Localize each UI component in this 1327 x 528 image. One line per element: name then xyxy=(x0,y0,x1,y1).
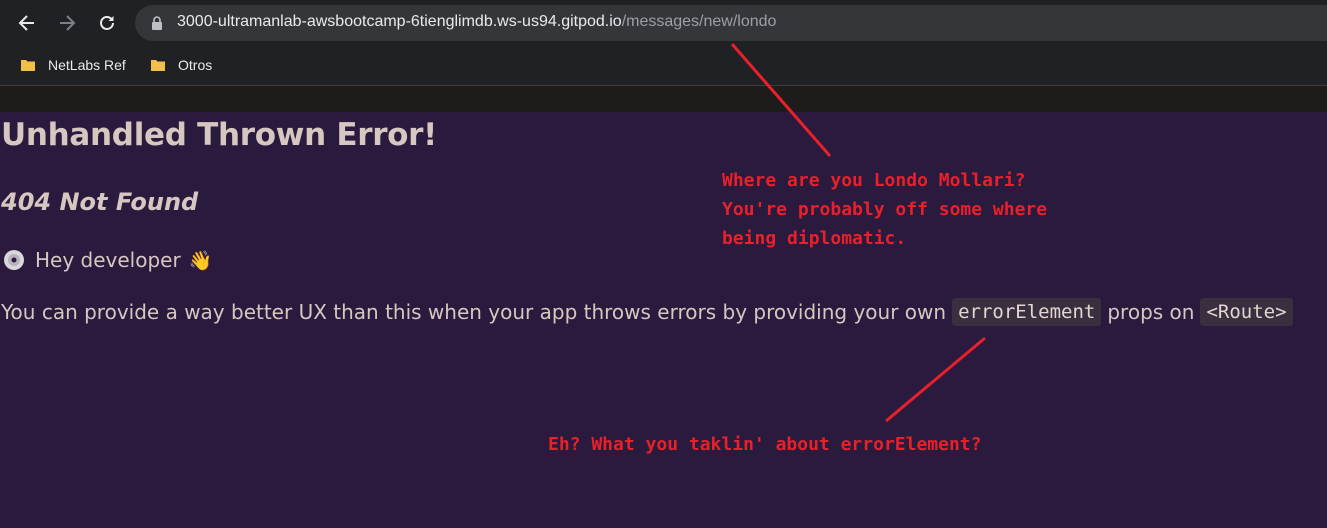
folder-icon xyxy=(21,60,35,71)
bookmark-label: Otros xyxy=(178,57,213,73)
error-status: 404 Not Found xyxy=(1,188,199,216)
greeting-text: Hey developer xyxy=(35,248,181,272)
note-line: You're probably off some where xyxy=(722,199,1048,220)
lock-icon[interactable] xyxy=(149,15,165,31)
error-description: You can provide a way better UX than thi… xyxy=(1,298,1299,326)
folder-icon xyxy=(151,60,165,71)
code-error-element: errorElement xyxy=(952,298,1102,326)
forward-button[interactable] xyxy=(51,7,83,39)
description-text: You can provide a way better UX than thi… xyxy=(1,300,947,324)
page-header-band xyxy=(0,86,1327,112)
error-title: Unhandled Thrown Error! xyxy=(1,117,438,153)
description-middle-text: props on xyxy=(1107,300,1195,324)
back-button[interactable] xyxy=(11,7,43,39)
address-bar[interactable]: 3000-ultramanlab-awsbootcamp-6tienglimdb… xyxy=(135,5,1327,41)
reload-button[interactable] xyxy=(91,7,123,39)
bookmark-otros[interactable]: Otros xyxy=(150,52,212,78)
bookmark-netlabs-ref[interactable]: NetLabs Ref xyxy=(20,52,126,78)
bookmarks-bar: NetLabs Ref Otros xyxy=(0,46,1327,86)
url-path: /messages/new/londo xyxy=(621,13,777,30)
note-line: Where are you Londo Mollari? xyxy=(722,170,1026,191)
developer-greeting: Hey developer 👋 xyxy=(3,248,212,272)
annotation-note-top: Where are you Londo Mollari? You're prob… xyxy=(722,166,1047,253)
waving-hand-icon: 👋 xyxy=(188,249,213,272)
reload-icon xyxy=(100,16,114,30)
url-host: 3000-ultramanlab-awsbootcamp-6tienglimdb… xyxy=(177,13,622,30)
url-text[interactable]: 3000-ultramanlab-awsbootcamp-6tienglimdb… xyxy=(177,13,776,31)
bookmark-label: NetLabs Ref xyxy=(48,57,126,73)
arrow-left-icon xyxy=(18,15,34,31)
code-route: <Route> xyxy=(1200,298,1293,326)
error-page: Unhandled Thrown Error! 404 Not Found He… xyxy=(0,112,1327,528)
arrow-right-icon xyxy=(60,15,76,31)
disc-icon xyxy=(4,250,24,270)
annotation-note-bottom: Eh? What you taklin' about errorElement? xyxy=(548,434,982,455)
browser-toolbar: 3000-ultramanlab-awsbootcamp-6tienglimdb… xyxy=(0,0,1327,46)
note-line: being diplomatic. xyxy=(722,228,907,249)
